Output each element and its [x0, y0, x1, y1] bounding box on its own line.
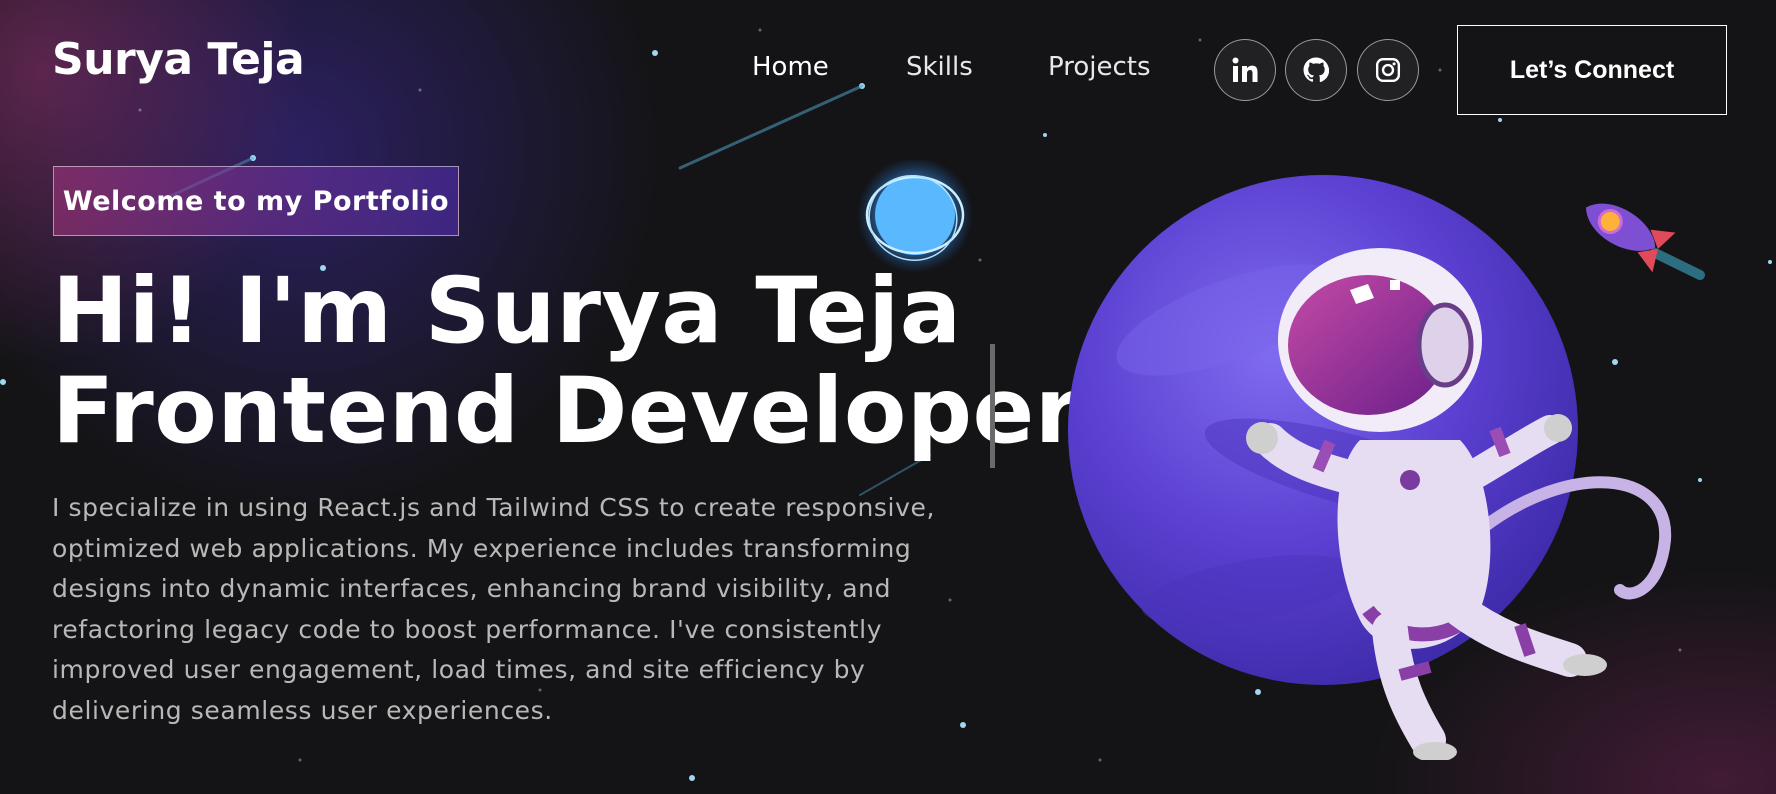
hero-rotating-title: Frontend Developer: [52, 359, 1081, 464]
nav-link-skills[interactable]: Skills: [906, 52, 973, 82]
brand-logo[interactable]: Surya Teja: [52, 34, 305, 85]
instagram-link[interactable]: [1357, 39, 1419, 101]
typing-cursor: [990, 344, 995, 468]
instagram-icon: [1375, 57, 1401, 83]
welcome-tagline: Welcome to my Portfolio: [53, 166, 459, 236]
github-link[interactable]: [1285, 39, 1347, 101]
lets-connect-button[interactable]: Let’s Connect: [1457, 25, 1727, 115]
hero-headline: Hi! I'm Surya Teja Frontend Developer: [52, 262, 1080, 462]
glowing-orb-illustration: [857, 160, 973, 273]
hero-greeting: Hi! I'm Surya Teja: [52, 259, 962, 364]
nav-link-home[interactable]: Home: [752, 52, 829, 82]
rocket-illustration: [1586, 203, 1705, 280]
linkedin-icon: [1232, 57, 1258, 82]
hero-description: I specialize in using React.js and Tailw…: [52, 493, 936, 725]
linkedin-link[interactable]: [1214, 39, 1276, 101]
nav-link-projects[interactable]: Projects: [1048, 52, 1151, 82]
github-icon: [1303, 57, 1329, 83]
